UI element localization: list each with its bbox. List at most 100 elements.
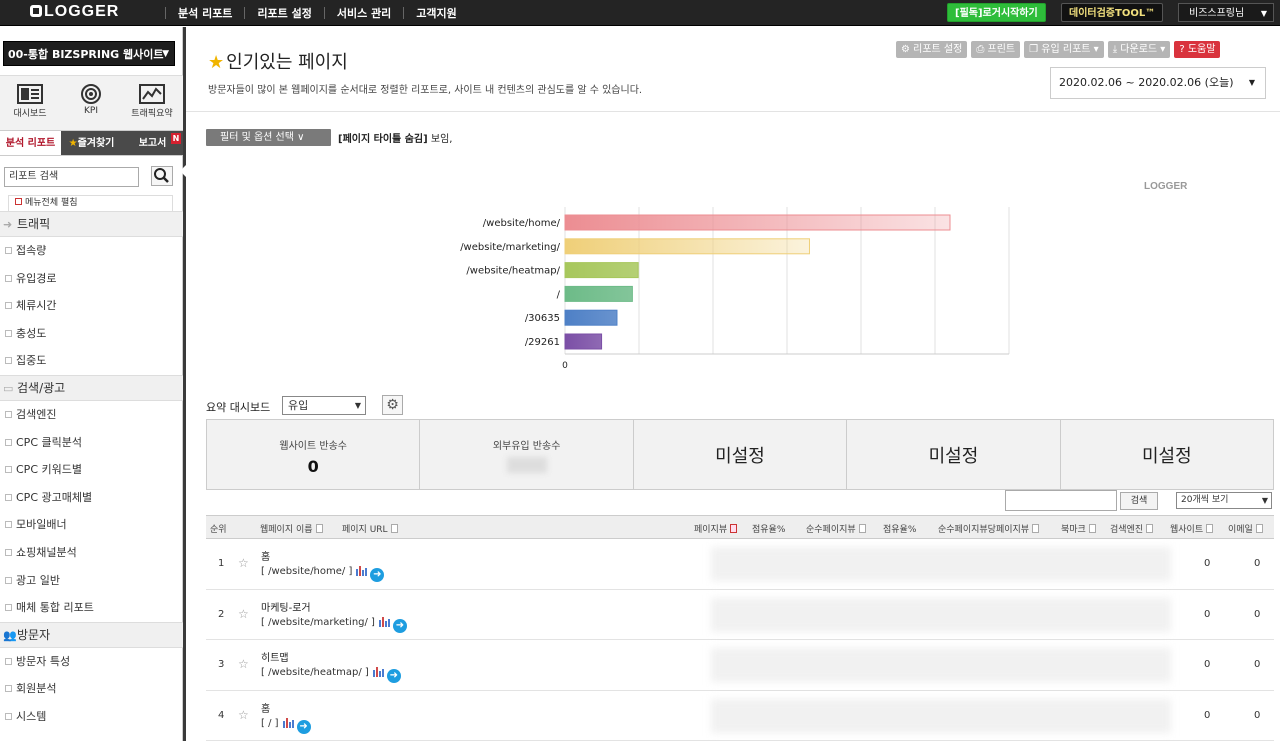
report-search-input[interactable]: 리포트 검색 bbox=[4, 167, 139, 187]
site-select[interactable]: 00-통합 BIZSPRING 웹사이트 ▼ bbox=[3, 41, 175, 66]
col-unique-pageview[interactable]: 순수페이지뷰 bbox=[806, 522, 866, 535]
top-nav: 분석 리포트 리포트 설정 서비스 관리 고객지원 bbox=[165, 0, 469, 26]
start-guide-button[interactable]: [필독]로거시작하기 bbox=[947, 3, 1046, 22]
col-pv-per-upv[interactable]: 순수페이지뷰당페이지뷰 bbox=[938, 522, 1040, 535]
bar-chart-icon[interactable] bbox=[282, 717, 294, 728]
table-search-button[interactable]: 검색 bbox=[1120, 492, 1158, 510]
section-title: 방문자 bbox=[17, 627, 51, 642]
col-share-2[interactable]: 점유율% bbox=[883, 522, 916, 535]
nav-service-manage[interactable]: 서비스 관리 bbox=[325, 5, 403, 21]
open-link-icon[interactable]: ➜ bbox=[370, 568, 385, 582]
row-page-name[interactable]: 홈 bbox=[261, 548, 270, 563]
help-button[interactable]: ? 도움말 bbox=[1174, 41, 1221, 58]
row-url-text[interactable]: [ / ] bbox=[261, 718, 279, 729]
col-website[interactable]: 웹사이트 bbox=[1170, 522, 1214, 535]
menu-item[interactable]: 쇼핑채널분석 bbox=[0, 539, 183, 567]
row-url-text[interactable]: [ /website/marketing/ ] bbox=[261, 617, 375, 628]
favorite-star-icon[interactable]: ☆ bbox=[238, 708, 249, 722]
summary-card[interactable]: 미설정 bbox=[847, 420, 1061, 489]
open-link-icon[interactable]: ➜ bbox=[392, 618, 407, 633]
col-page-url[interactable]: 페이지 URL bbox=[342, 522, 398, 535]
menu-item[interactable]: CPC 키워드별 bbox=[0, 456, 183, 484]
row-url-text[interactable]: [ /website/home/ ] bbox=[261, 566, 352, 577]
menu-item[interactable]: 모바일배너 bbox=[0, 511, 183, 539]
col-pageview[interactable]: 페이지뷰 bbox=[694, 522, 738, 535]
report-settings-button[interactable]: ⚙ 리포트 설정 bbox=[896, 41, 968, 58]
nav-customer-support[interactable]: 고객지원 bbox=[404, 5, 468, 21]
favorite-star-icon[interactable]: ☆ bbox=[238, 607, 249, 621]
summary-card[interactable]: 미설정 bbox=[1061, 420, 1273, 489]
bar-chart-icon[interactable] bbox=[372, 666, 384, 677]
menu-item[interactable]: 충성도 bbox=[0, 320, 183, 348]
section-search-ads[interactable]: ▭ 검색/광고 bbox=[0, 374, 183, 401]
filter-status: [페이지 타이틀 숨김] 보임, bbox=[338, 130, 452, 145]
menu-item[interactable]: 회원분석 bbox=[0, 675, 183, 703]
menu-item[interactable]: 검색엔진 bbox=[0, 401, 183, 429]
menu-item-label: 방문자 특성 bbox=[16, 654, 71, 668]
logo[interactable]: LOGGER bbox=[30, 3, 119, 21]
expand-all-menu[interactable]: 메뉴전체 펼침 bbox=[8, 195, 173, 211]
menu-item[interactable]: 체류시간 bbox=[0, 292, 183, 320]
user-menu[interactable]: 비즈스프링님 ▼ bbox=[1178, 3, 1274, 22]
search-button[interactable] bbox=[151, 166, 173, 186]
star-icon[interactable]: ★ bbox=[208, 52, 224, 73]
help-label: 도움말 bbox=[1187, 44, 1216, 55]
download-button[interactable]: ⤓ 다운로드 ▾ bbox=[1107, 41, 1171, 58]
tab-analysis-report[interactable]: 분석 리포트 bbox=[0, 131, 61, 155]
date-range-select[interactable]: 2020.02.06 ~ 2020.02.06 (오늘) ▼ bbox=[1050, 67, 1266, 99]
menu-item[interactable]: CPC 클릭분석 bbox=[0, 429, 183, 457]
table-header: 순위 웹페이지 이름 페이지 URL 페이지뷰 점유율% 순수페이지뷰 점유율%… bbox=[206, 515, 1274, 539]
print-button[interactable]: ⎙ 프린트 bbox=[971, 41, 1021, 58]
kpi-button[interactable]: KPI bbox=[61, 84, 121, 116]
row-url: [ /website/heatmap/ ] ➜ bbox=[261, 666, 401, 683]
summary-select[interactable]: 유입 ▼ bbox=[282, 396, 366, 415]
row-page-name[interactable]: 히트맵 bbox=[261, 649, 289, 664]
traffic-summary-button[interactable]: 트래픽요약 bbox=[122, 84, 182, 119]
tab-reports-label: 보고서 bbox=[138, 138, 167, 149]
menu-item[interactable]: CPC 광고매체별 bbox=[0, 484, 183, 512]
section-visitors[interactable]: 👥방문자 bbox=[0, 621, 183, 648]
col-search-engine[interactable]: 검색엔진 bbox=[1110, 522, 1154, 535]
col-label: 순수페이지뷰 bbox=[806, 525, 856, 535]
nav-analysis-report[interactable]: 분석 리포트 bbox=[166, 5, 244, 21]
tab-reports[interactable]: 보고서 N bbox=[122, 131, 183, 155]
inflow-report-button[interactable]: ❐ 유입 리포트 ▾ bbox=[1024, 41, 1104, 58]
summary-cards: 웹사이트 반송수 0 외부유입 반송수 미설정 미설정 미설정 bbox=[206, 419, 1274, 490]
bar-chart-icon[interactable] bbox=[355, 565, 368, 576]
menu-item[interactable]: 방문자 특성 bbox=[0, 648, 183, 676]
menu-item-label: 접속량 bbox=[16, 244, 47, 257]
menu-item[interactable]: 시스템 bbox=[0, 703, 183, 731]
data-verify-tool-button[interactable]: 데이터검증TOOL™ bbox=[1061, 3, 1164, 22]
col-share[interactable]: 점유율% bbox=[752, 522, 785, 535]
open-link-icon[interactable]: ➜ bbox=[296, 719, 311, 734]
col-email[interactable]: 이메일 bbox=[1228, 522, 1263, 535]
menu-item[interactable]: 유입경로 bbox=[0, 265, 183, 293]
bar-chart-icon[interactable] bbox=[378, 616, 390, 627]
row-page-name[interactable]: 마케팅-로거 bbox=[261, 599, 311, 614]
favorite-star-icon[interactable]: ☆ bbox=[238, 556, 249, 570]
row-url-text[interactable]: [ /website/heatmap/ ] bbox=[261, 667, 369, 678]
open-link-icon[interactable]: ➜ bbox=[386, 669, 401, 683]
summary-settings-button[interactable]: ⚙ bbox=[382, 395, 403, 415]
top-bar: LOGGER 분석 리포트 리포트 설정 서비스 관리 고객지원 [필독]로거시… bbox=[0, 0, 1280, 26]
menu-item[interactable]: 집중도 bbox=[0, 347, 183, 375]
nav-report-settings[interactable]: 리포트 설정 bbox=[245, 5, 323, 21]
table-search-input[interactable] bbox=[1005, 490, 1117, 511]
sidebar: 00-통합 BIZSPRING 웹사이트 ▼ 대시보드 KPI 트래픽요약 분석 … bbox=[0, 27, 183, 741]
favorite-star-icon[interactable]: ☆ bbox=[238, 657, 249, 671]
row-url: [ /website/home/ ] ➜ bbox=[261, 565, 385, 582]
section-traffic[interactable]: ➜ 트래픽 bbox=[0, 211, 183, 237]
menu-item[interactable]: 광고 일반 bbox=[0, 567, 183, 595]
col-bookmark[interactable]: 북마크 bbox=[1061, 522, 1096, 535]
summary-card[interactable]: 미설정 bbox=[634, 420, 848, 489]
menu-item[interactable]: 접속량 bbox=[0, 237, 183, 265]
per-page-select[interactable]: 20개씩 보기 ▼ bbox=[1176, 492, 1272, 509]
popular-pages-chart: LOGGER/website/home/ /website/marketing/ /… bbox=[460, 181, 1188, 371]
col-page-name[interactable]: 웹페이지 이름 bbox=[260, 522, 323, 535]
tab-favorites[interactable]: ★즐겨찾기 bbox=[61, 131, 122, 155]
filter-options-button[interactable]: 필터 및 옵션 선택 ∨ bbox=[206, 129, 331, 146]
menu-item[interactable]: 매체 통합 리포트 bbox=[0, 594, 183, 622]
row-page-name[interactable]: 홈 bbox=[261, 700, 270, 715]
menu-item-label: 광고 일반 bbox=[16, 573, 60, 587]
dashboard-button[interactable]: 대시보드 bbox=[0, 84, 60, 119]
